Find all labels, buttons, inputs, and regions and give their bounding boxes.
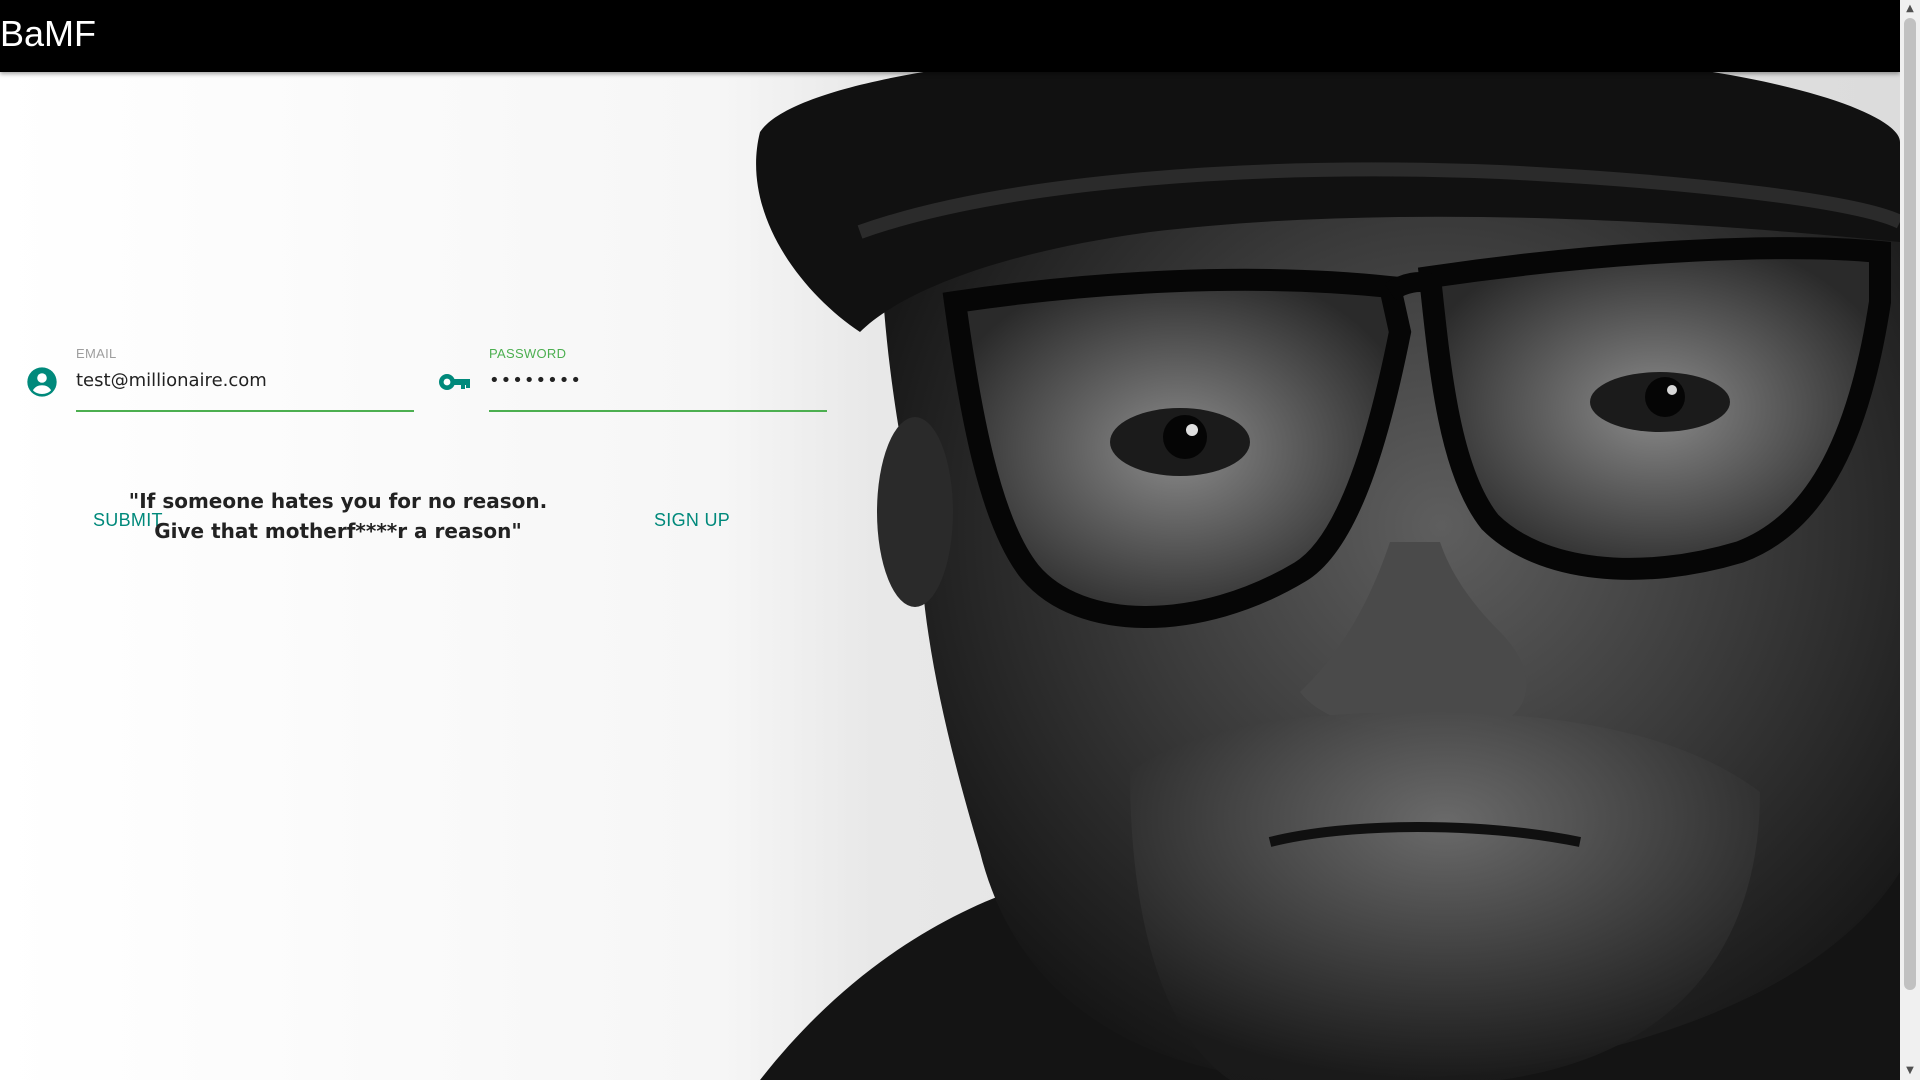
quote-line-1: "If someone hates you for no reason.: [128, 489, 548, 513]
quote: "If someone hates you for no reason. Giv…: [0, 486, 676, 546]
scroll-down-arrow-icon[interactable]: ▼: [1900, 1062, 1920, 1080]
quote-line-2: Give that motherf****r a reason": [154, 519, 522, 543]
password-underline: [489, 410, 827, 412]
scroll-thumb[interactable]: [1904, 18, 1916, 990]
page: BaMF EMAIL test@millionaire.com PASSWORD…: [0, 0, 1920, 1080]
email-input[interactable]: [76, 370, 412, 391]
key-icon: [439, 374, 470, 390]
email-underline: [76, 410, 414, 412]
scrollbar[interactable]: ▲ ▼: [1900, 0, 1920, 1080]
account-circle-icon: [27, 367, 57, 397]
password-label: PASSWORD: [489, 346, 567, 361]
app-bar: BaMF: [0, 0, 1900, 72]
password-input[interactable]: [489, 370, 825, 391]
email-label: EMAIL: [76, 346, 117, 361]
app-title: BaMF: [0, 13, 97, 54]
scroll-up-arrow-icon[interactable]: ▲: [1900, 0, 1920, 18]
